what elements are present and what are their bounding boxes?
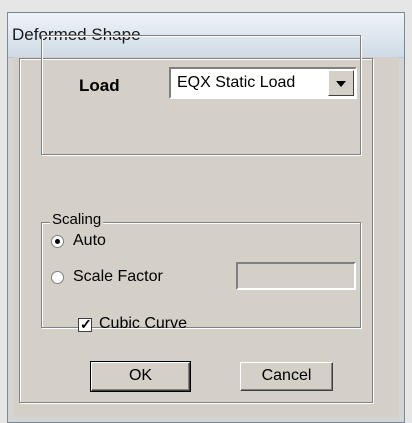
cubic-curve-label[interactable]: Cubic Curve: [99, 315, 187, 333]
scaling-legend: Scaling: [50, 211, 104, 228]
scale-factor-radio-label[interactable]: Scale Factor: [73, 268, 163, 286]
load-label: Load: [79, 76, 120, 95]
chevron-down-icon[interactable]: [328, 70, 354, 96]
scale-factor-radio[interactable]: [51, 271, 64, 284]
cancel-button[interactable]: Cancel: [240, 362, 333, 391]
scale-factor-input[interactable]: [236, 262, 356, 290]
auto-radio-label[interactable]: Auto: [73, 232, 106, 250]
ok-button[interactable]: OK: [90, 361, 191, 392]
cubic-curve-checkbox[interactable]: ✓: [78, 316, 92, 332]
auto-radio[interactable]: [51, 235, 64, 248]
load-combobox-value: EQX Static Load: [177, 74, 296, 91]
check-icon: ✓: [80, 316, 92, 332]
load-combobox[interactable]: EQX Static Load: [169, 67, 357, 99]
